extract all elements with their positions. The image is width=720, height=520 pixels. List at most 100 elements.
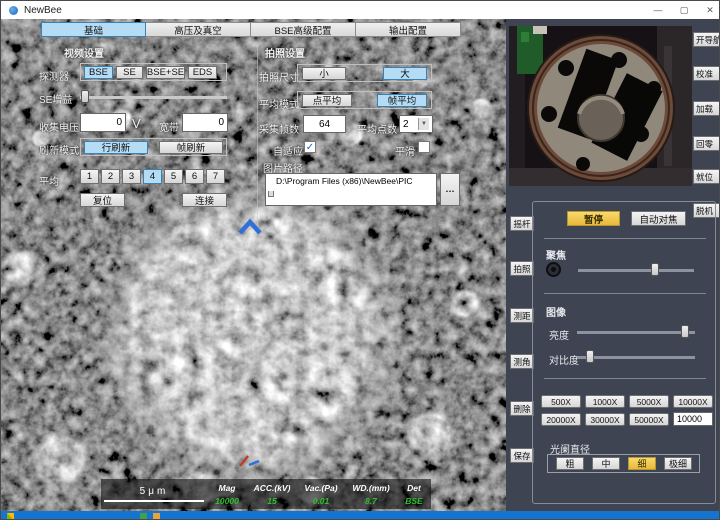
voltage-unit-label: V (132, 116, 141, 131)
open-navigation-button[interactable]: 开导航 (693, 32, 720, 47)
in-position-button[interactable]: 就位 (693, 169, 720, 184)
chevron-down-icon[interactable]: ▼ (418, 118, 429, 130)
detector-eds-button[interactable]: EDS (188, 66, 217, 79)
smooth-checkbox[interactable] (418, 141, 430, 153)
avg-frame-button[interactable]: 帧平均 (377, 94, 427, 107)
average-4-button[interactable]: 4 (143, 169, 162, 184)
detector-bse-se-button[interactable]: BSE+SE (146, 66, 185, 79)
tab-bse-advanced[interactable]: BSE高级配置 (251, 22, 356, 37)
window-title: NewBee (24, 5, 62, 16)
sem-viewport[interactable]: 基础 高压及真空 BSE高级配置 输出配置 视频设置 探测器 BSE SE BS… (1, 19, 507, 511)
close-icon[interactable]: ✕ (703, 5, 717, 16)
focus-slider[interactable] (578, 263, 694, 277)
taskbar-app-icon[interactable] (153, 513, 160, 520)
app-window: NewBee — ▢ ✕ (0, 0, 720, 520)
status-bar: 5μm Mag 10000 ACC.(kV) 15 Vac.(Pa) 0.01 … (101, 479, 431, 509)
mag-30000x-button[interactable]: 30000X (585, 413, 625, 426)
measure-marker-icon (237, 453, 263, 469)
status-vac: Vac.(Pa) 0.01 (297, 479, 345, 509)
calibrate-button[interactable]: 校准 (693, 66, 720, 81)
frames-label: 采集帧数 (259, 121, 299, 136)
focus-track (578, 269, 694, 272)
tab-output-config[interactable]: 输出配置 (356, 22, 461, 37)
pointer-marker-icon (237, 218, 263, 236)
aperture-coarse-button[interactable]: 粗 (556, 457, 584, 470)
brightness-thumb[interactable] (681, 325, 689, 338)
refresh-line-button[interactable]: 行刷新 (84, 141, 148, 154)
mag-10000x-button[interactable]: 10000X (673, 395, 713, 408)
photo-size-group: 小 大 (297, 64, 432, 82)
adaptive-label: 自适应 (273, 143, 303, 158)
contrast-label: 对比度 (549, 352, 579, 367)
minimize-icon[interactable]: — (651, 5, 665, 15)
mag-20000x-button[interactable]: 20000X (541, 413, 581, 426)
autofocus-button[interactable]: 自动对焦 (631, 211, 686, 226)
right-panel: 开导航 校准 加载 回零 就位 脱机 摇杆 拍照 测距 测角 删除 保存 暂停 … (506, 19, 720, 511)
se-gain-thumb[interactable] (81, 90, 89, 103)
tab-hv-vacuum[interactable]: 高压及真空 (146, 22, 251, 37)
connect-button[interactable]: 连接 (182, 193, 227, 207)
size-large-button[interactable]: 大 (383, 67, 427, 80)
frames-input[interactable] (303, 115, 346, 133)
average-6-button[interactable]: 6 (185, 169, 204, 184)
avg-points-value: 2 (403, 119, 418, 130)
browse-button[interactable]: … (440, 173, 460, 206)
adaptive-checkbox[interactable]: ✓ (304, 141, 316, 153)
scale-bar-line (104, 500, 204, 502)
mag-5000x-button[interactable]: 5000X (629, 395, 669, 408)
taskbar[interactable] (1, 511, 720, 520)
detector-bse-button[interactable]: BSE (84, 66, 113, 79)
mag-custom-input[interactable] (673, 412, 713, 426)
average-2-button[interactable]: 2 (101, 169, 120, 184)
focus-thumb[interactable] (651, 263, 659, 276)
delete-button[interactable]: 删除 (510, 401, 534, 416)
app-icon (9, 6, 18, 15)
save-button[interactable]: 保存 (510, 448, 534, 463)
aperture-fine-button[interactable]: 细 (628, 457, 656, 470)
divider (544, 293, 706, 294)
contrast-slider[interactable] (577, 350, 695, 364)
start-button[interactable] (7, 513, 14, 520)
average-5-button[interactable]: 5 (164, 169, 183, 184)
avg-point-button[interactable]: 点平均 (302, 94, 352, 107)
average-7-button[interactable]: 7 (206, 169, 225, 184)
smooth-label: 平滑 (395, 143, 415, 158)
maximize-icon[interactable]: ▢ (677, 5, 691, 16)
measure-angle-button[interactable]: 测角 (510, 354, 534, 369)
detector-se-button[interactable]: SE (116, 66, 143, 79)
average-3-button[interactable]: 3 (122, 169, 141, 184)
refresh-frame-button[interactable]: 帧刷新 (159, 141, 223, 154)
se-gain-slider[interactable] (80, 90, 227, 104)
contrast-track (577, 356, 695, 359)
aperture-medium-button[interactable]: 中 (592, 457, 620, 470)
status-wd-value: 8.7 (365, 496, 377, 506)
panel-divider (257, 45, 258, 225)
collect-voltage-input[interactable] (80, 113, 126, 132)
avg-mode-group: 点平均 帧平均 (297, 91, 432, 109)
pause-button[interactable]: 暂停 (567, 211, 620, 226)
contrast-thumb[interactable] (586, 350, 594, 363)
joystick-button[interactable]: 摇杆 (510, 216, 534, 231)
brightness-slider[interactable] (577, 325, 695, 339)
scale-bar-label: 5μm (140, 486, 169, 497)
tab-basic[interactable]: 基础 (41, 22, 146, 37)
reset-button[interactable]: 复位 (80, 193, 125, 207)
size-small-button[interactable]: 小 (302, 67, 346, 80)
load-button[interactable]: 加载 (693, 101, 720, 116)
path-input[interactable]: D:\Program Files (x86)\NewBee\PIC (265, 173, 437, 206)
avg-points-dropdown[interactable]: 2 ▼ (399, 115, 433, 133)
mag-50000x-button[interactable]: 50000X (629, 413, 669, 426)
take-photo-button[interactable]: 拍照 (510, 261, 534, 276)
taskbar-app-icon[interactable] (140, 513, 147, 520)
average-group: 1 2 3 4 5 6 7 (80, 169, 225, 184)
aperture-group: 粗 中 细 极细 (547, 454, 700, 473)
refresh-mode-group: 行刷新 帧刷新 (80, 138, 227, 156)
home-button[interactable]: 回零 (693, 136, 720, 151)
aperture-extrafine-button[interactable]: 极细 (664, 457, 692, 470)
mag-500x-button[interactable]: 500X (541, 395, 581, 408)
average-1-button[interactable]: 1 (80, 169, 99, 184)
measure-distance-button[interactable]: 测距 (510, 308, 534, 323)
mag-1000x-button[interactable]: 1000X (585, 395, 625, 408)
brightness-label: 亮度 (549, 327, 569, 342)
bandwidth-input[interactable] (182, 113, 228, 132)
